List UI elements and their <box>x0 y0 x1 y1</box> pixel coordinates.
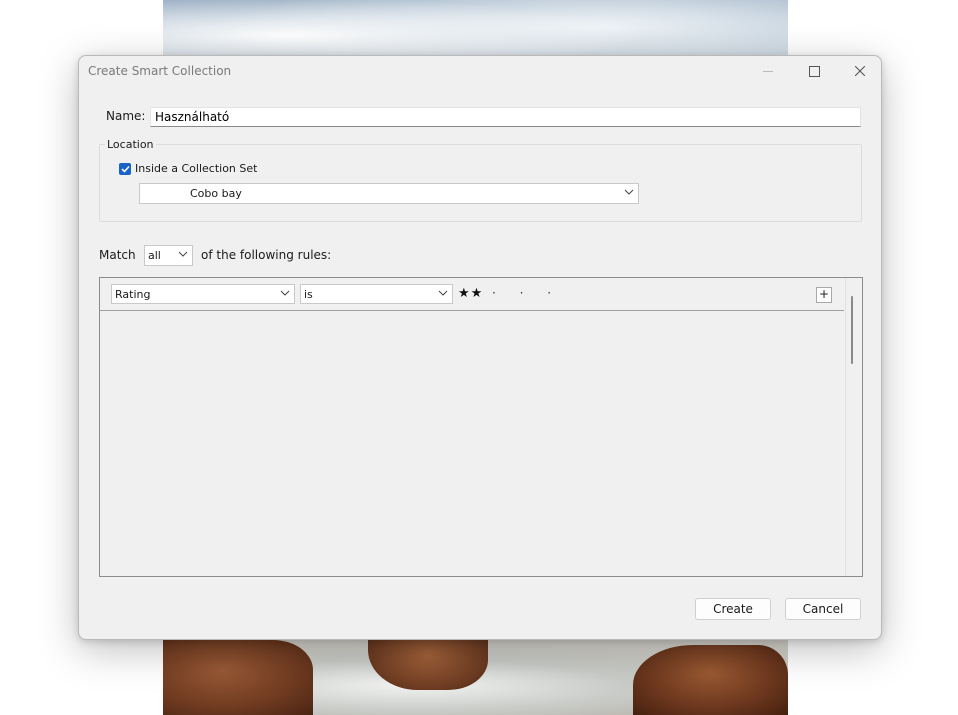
rule-field-dropdown[interactable]: Rating <box>111 284 295 304</box>
match-dropdown[interactable]: all <box>144 245 193 266</box>
name-input[interactable] <box>150 107 861 127</box>
minimize-icon <box>763 70 773 72</box>
close-button[interactable] <box>837 56 883 86</box>
maximize-icon <box>808 65 820 77</box>
chevron-down-icon <box>624 189 634 195</box>
create-button[interactable]: Create <box>695 598 771 620</box>
background-rock <box>633 645 788 715</box>
match-value: all <box>148 249 161 262</box>
rating-stars-empty[interactable]: · · · <box>492 286 561 300</box>
name-label: Name: <box>106 109 146 123</box>
collection-set-value: Cobo bay <box>190 187 242 200</box>
rule-field-value: Rating <box>115 288 151 301</box>
inside-collection-set-label[interactable]: Inside a Collection Set <box>135 162 257 175</box>
rule-operator-dropdown[interactable]: is <box>300 284 453 304</box>
rules-list: Rating is ★★ · · · + <box>99 277 863 577</box>
rule-operator-value: is <box>304 288 313 301</box>
rating-stars-filled[interactable]: ★★ <box>458 286 483 301</box>
title-bar[interactable]: Create Smart Collection <box>79 56 881 86</box>
rules-scrollbar-thumb[interactable] <box>851 296 853 364</box>
rule-row: Rating is ★★ · · · + <box>100 278 844 311</box>
minimize-button[interactable] <box>745 56 791 86</box>
checkmark-icon <box>120 165 130 173</box>
location-legend: Location <box>105 138 156 151</box>
chevron-down-icon <box>178 251 188 257</box>
collection-set-dropdown[interactable]: Cobo bay <box>139 183 639 204</box>
background-rock <box>163 640 313 715</box>
add-rule-button[interactable]: + <box>816 287 832 303</box>
close-icon <box>855 66 865 76</box>
chevron-down-icon <box>438 290 448 296</box>
maximize-button[interactable] <box>791 56 837 86</box>
create-smart-collection-dialog: Create Smart Collection Name: Location I… <box>78 55 882 640</box>
cancel-button[interactable]: Cancel <box>785 598 861 620</box>
match-label: Match <box>99 248 136 262</box>
dialog-title: Create Smart Collection <box>88 64 232 78</box>
rules-scrollbar[interactable] <box>845 278 861 576</box>
match-rules-text: of the following rules: <box>201 248 332 262</box>
chevron-down-icon <box>280 290 290 296</box>
inside-collection-set-checkbox[interactable] <box>119 163 131 175</box>
